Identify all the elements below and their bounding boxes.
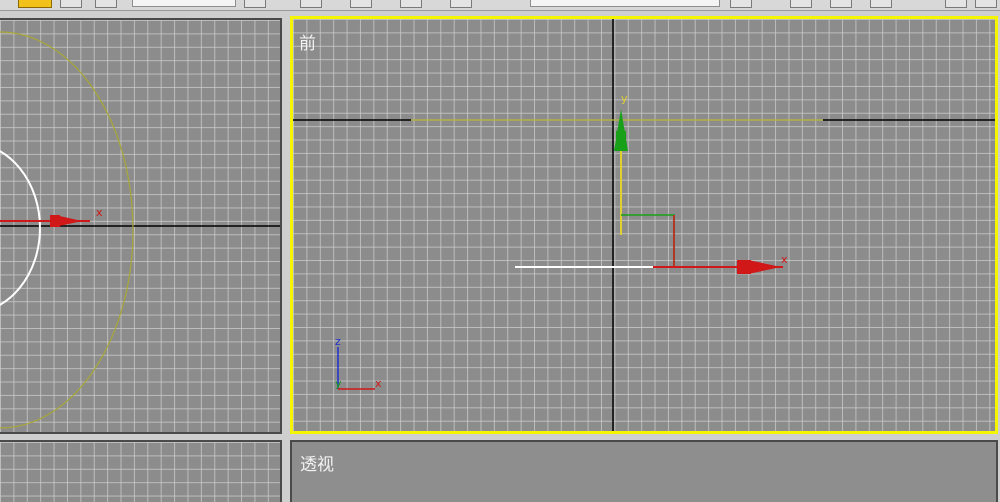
- percent-snap-icon[interactable]: [400, 0, 422, 8]
- y-axis-letter: y: [621, 92, 628, 105]
- tripod-x-letter: x: [375, 377, 382, 390]
- spinner-snap-icon[interactable]: [450, 0, 472, 8]
- x-axis-letter: x: [781, 253, 788, 266]
- top-viewport-scene: [0, 31, 280, 429]
- tripod-z-letter: z: [335, 335, 341, 348]
- pivot-icon[interactable]: [244, 0, 266, 8]
- angle-snap-icon[interactable]: [350, 0, 372, 8]
- reference-coordinate-field[interactable]: [132, 0, 236, 7]
- x-axis-letter: x: [96, 206, 103, 219]
- left-viewport[interactable]: [0, 440, 282, 502]
- move-tool-icon[interactable]: [95, 0, 117, 8]
- top-viewport[interactable]: x: [0, 18, 282, 434]
- named-selection-field[interactable]: [530, 0, 720, 7]
- curve-editor-icon[interactable]: [870, 0, 892, 8]
- align-icon[interactable]: [790, 0, 812, 8]
- mirror-icon[interactable]: [730, 0, 752, 8]
- render-icon[interactable]: [975, 0, 997, 8]
- front-viewport[interactable]: 前 y x z y x: [290, 16, 998, 434]
- snap-icon[interactable]: [300, 0, 322, 8]
- material-icon[interactable]: [945, 0, 967, 8]
- viewport-label: 透视: [300, 455, 334, 475]
- perspective-viewport[interactable]: 透视: [290, 440, 998, 502]
- main-toolbar: [0, 0, 1000, 11]
- select-tool-icon[interactable]: [18, 0, 52, 8]
- white-circle: [0, 150, 41, 306]
- tripod-y-letter: y: [335, 377, 342, 390]
- layer-icon[interactable]: [830, 0, 852, 8]
- selected-circle-outline: [0, 31, 134, 429]
- front-viewport-scene: [293, 19, 995, 431]
- circle-tool-icon[interactable]: [60, 0, 82, 8]
